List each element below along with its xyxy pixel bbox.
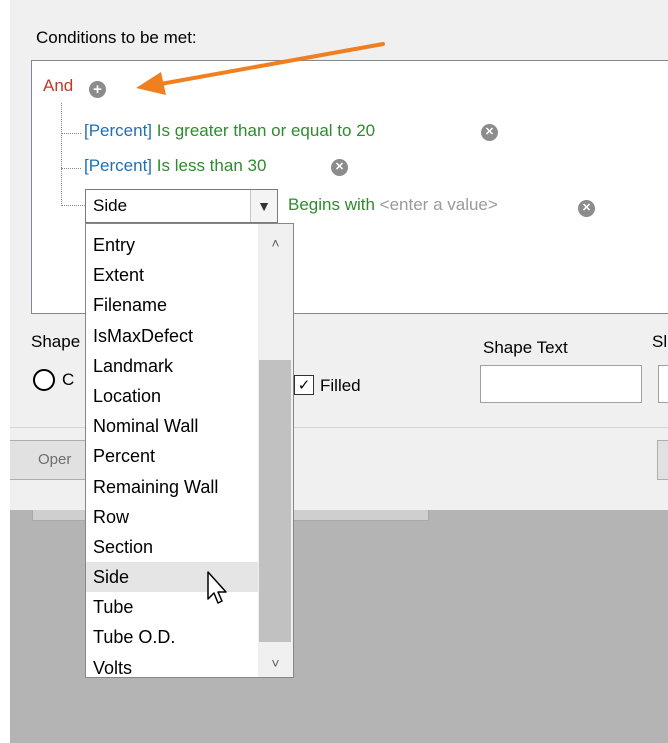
- shape-truncated-input[interactable]: [658, 365, 668, 403]
- dropdown-item[interactable]: Percent: [86, 441, 258, 471]
- field-select[interactable]: Side ▼: [85, 189, 278, 223]
- shape-radio[interactable]: [33, 369, 55, 391]
- dropdown-scrollbar[interactable]: ˄ ˅: [258, 224, 293, 677]
- dropdown-item[interactable]: Entry: [86, 230, 258, 260]
- chevron-down-icon[interactable]: ˅: [258, 650, 293, 676]
- dropdown-item[interactable]: Landmark: [86, 351, 258, 381]
- dropdown-item[interactable]: Location: [86, 381, 258, 411]
- dropdown-item[interactable]: IsMaxDefect: [86, 321, 258, 351]
- condition-operator[interactable]: Is less than: [157, 156, 243, 175]
- x-circle-icon[interactable]: ✕: [481, 124, 498, 141]
- condition-value[interactable]: 20: [356, 121, 375, 140]
- condition-row[interactable]: [Percent] Is less than 30: [84, 156, 266, 176]
- dropdown-item[interactable]: Section: [86, 532, 258, 562]
- open-button[interactable]: Oper: [10, 440, 90, 480]
- condition-operator[interactable]: Is greater than or equal to: [157, 121, 352, 140]
- field-select-value: Side: [93, 196, 128, 215]
- value-placeholder[interactable]: <enter a value>: [380, 195, 498, 214]
- filled-checkbox[interactable]: ✓: [294, 375, 314, 395]
- dropdown-item[interactable]: Volts: [86, 653, 258, 677]
- mouse-pointer-icon: [207, 571, 227, 604]
- chevron-up-icon[interactable]: ˄: [258, 230, 293, 256]
- condition-field[interactable]: [Percent]: [84, 121, 152, 140]
- condition-row[interactable]: [Percent] Is greater than or equal to 20: [84, 121, 375, 141]
- dropdown-item[interactable]: Nominal Wall: [86, 411, 258, 441]
- tree-connector-line: [61, 103, 62, 206]
- dropdown-item[interactable]: Row: [86, 502, 258, 532]
- tree-branch: [61, 168, 81, 169]
- editing-condition[interactable]: Begins with <enter a value>: [288, 195, 498, 215]
- tree-branch: [61, 205, 85, 206]
- dropdown-item[interactable]: Tube O.D.: [86, 622, 258, 652]
- logic-operator[interactable]: And: [43, 76, 73, 96]
- condition-value[interactable]: 30: [248, 156, 267, 175]
- chevron-down-icon[interactable]: ▼: [250, 190, 277, 222]
- x-circle-icon[interactable]: ✕: [578, 200, 595, 217]
- dropdown-item[interactable]: Remaining Wall: [86, 472, 258, 502]
- tree-branch: [61, 133, 81, 134]
- shape-label: Shape: [31, 332, 81, 351]
- field-dropdown-list[interactable]: Entry Extent Filename IsMaxDefect Landma…: [85, 223, 294, 678]
- filled-label: Filled: [320, 376, 361, 395]
- dropdown-item[interactable]: Extent: [86, 260, 258, 290]
- shape-text-input[interactable]: [480, 365, 642, 403]
- dropdown-item[interactable]: Filename: [86, 290, 258, 320]
- shape-truncated-label: Sl: [652, 332, 668, 351]
- scrollbar-thumb[interactable]: [259, 360, 291, 642]
- condition-field[interactable]: [Percent]: [84, 156, 152, 175]
- editing-operator[interactable]: Begins with: [288, 195, 375, 214]
- shape-radio-label: C: [62, 370, 75, 389]
- plus-circle-icon[interactable]: +: [89, 81, 106, 98]
- right-button[interactable]: [657, 440, 668, 480]
- x-circle-icon[interactable]: ✕: [331, 159, 348, 176]
- dropdown-items: Entry Extent Filename IsMaxDefect Landma…: [86, 230, 258, 677]
- annotation-arrow-icon: [136, 42, 385, 95]
- shape-text-label: Shape Text: [483, 338, 568, 357]
